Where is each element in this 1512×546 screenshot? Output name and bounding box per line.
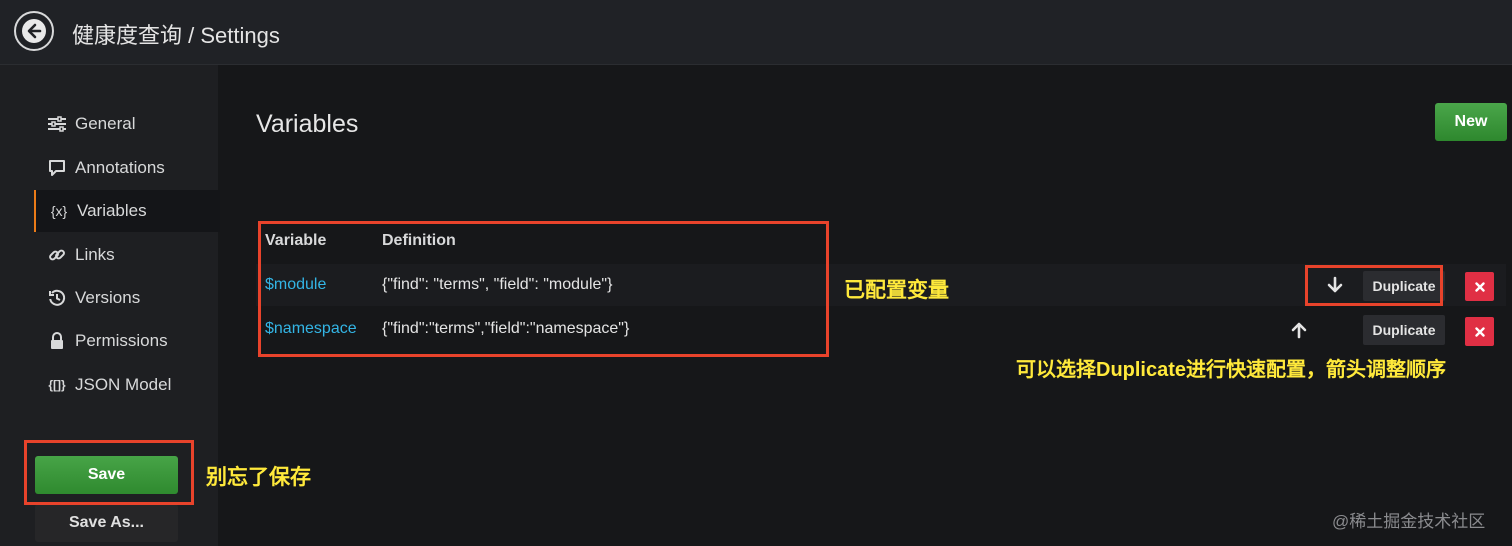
sidebar-item-label: Links: [75, 245, 115, 264]
close-icon: [1474, 281, 1485, 292]
annotation-save-hint: 别忘了保存: [206, 466, 311, 489]
delete-button[interactable]: [1465, 272, 1494, 301]
sidebar-item-variables[interactable]: {x} Variables: [34, 190, 220, 232]
sidebar-item-annotations[interactable]: Annotations: [34, 147, 218, 189]
sidebar-item-json-model[interactable]: {[]} JSON Model: [34, 364, 218, 406]
close-icon: [1474, 326, 1485, 337]
sidebar-item-label: General: [75, 114, 136, 133]
sidebar-item-label: Permissions: [75, 331, 168, 350]
watermark: @稀土掘金技术社区: [1332, 512, 1486, 531]
new-variable-button[interactable]: New: [1435, 103, 1507, 141]
sidebar-item-permissions[interactable]: Permissions: [34, 320, 218, 362]
sidebar-item-label: Variables: [77, 201, 147, 220]
variable-icon: {x}: [50, 203, 68, 219]
page-title: 健康度查询 / Settings: [72, 23, 280, 48]
row-actions-highlight: [1305, 265, 1443, 306]
top-navbar: 健康度查询 / Settings: [0, 0, 1512, 65]
save-as-button[interactable]: Save As...: [35, 504, 178, 542]
sidebar-item-versions[interactable]: Versions: [34, 277, 218, 319]
sidebar-item-general[interactable]: General: [34, 103, 218, 145]
sidebar-item-label: Versions: [75, 288, 141, 307]
arrow-up-icon[interactable]: [1290, 321, 1308, 339]
annotation-configured-variables: 已配置变量: [844, 279, 949, 302]
sidebar-item-label: JSON Model: [75, 375, 172, 394]
duplicate-button[interactable]: Duplicate: [1363, 315, 1445, 345]
sidebar-item-links[interactable]: Links: [34, 234, 218, 276]
variables-table-highlight: [258, 221, 829, 357]
delete-button[interactable]: [1465, 317, 1494, 346]
lock-icon: [45, 332, 69, 350]
annotation-duplicate-hint: 可以选择Duplicate进行快速配置，箭头调整顺序: [1016, 359, 1447, 381]
link-icon: [45, 246, 69, 264]
arrow-left-icon: [22, 19, 46, 43]
comment-icon: [45, 159, 69, 177]
sliders-icon: [45, 116, 69, 132]
json-icon: {[]}: [48, 378, 66, 392]
save-button-highlight: [24, 440, 194, 505]
section-title: Variables: [256, 110, 359, 138]
sidebar-item-label: Annotations: [75, 158, 165, 177]
back-button[interactable]: [14, 11, 54, 51]
history-icon: [45, 289, 69, 307]
